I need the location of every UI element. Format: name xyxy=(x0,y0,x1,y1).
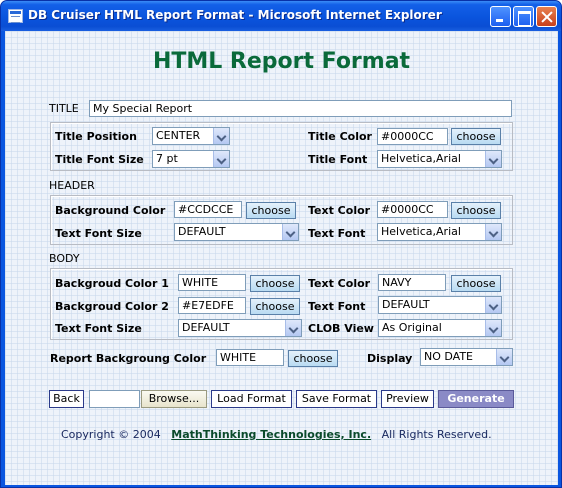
load-format-button[interactable]: Load Format xyxy=(211,390,292,408)
report-bg-input[interactable]: WHITE xyxy=(216,349,284,366)
header-text-color-choose-button[interactable]: choose xyxy=(451,202,501,219)
body-bg2-choose-button[interactable]: choose xyxy=(250,298,300,315)
chevron-down-icon xyxy=(485,151,501,167)
header-font-size-select[interactable]: DEFAULT xyxy=(174,223,299,241)
header-section-label: HEADER xyxy=(49,179,95,192)
body-text-color-choose-button[interactable]: choose xyxy=(451,275,501,292)
display-select[interactable]: NO DATE xyxy=(420,348,513,366)
maximize-icon[interactable] xyxy=(513,6,534,27)
browse-button[interactable]: Browse... xyxy=(141,390,207,408)
header-font-label: Text Font xyxy=(308,227,366,240)
copyright-suffix: All Rights Reserved. xyxy=(381,428,492,441)
save-format-button[interactable]: Save Format xyxy=(296,390,377,408)
header-text-color-label: Text Color xyxy=(308,204,371,217)
body-font-size-label: Text Font Size xyxy=(55,322,142,335)
chevron-down-icon xyxy=(485,320,501,336)
header-bg-choose-button[interactable]: choose xyxy=(246,202,296,219)
generate-button[interactable]: Generate xyxy=(438,390,514,408)
company-link[interactable]: MathThinking Technologies, Inc. xyxy=(171,428,371,441)
body-font-select[interactable]: DEFAULT xyxy=(378,296,502,314)
header-font-select[interactable]: Helvetica,Arial xyxy=(377,223,502,241)
report-bg-label: Report Backgroung Color xyxy=(50,352,207,365)
body-bg1-label: Backgroud Color 1 xyxy=(55,277,169,290)
body-bg1-choose-button[interactable]: choose xyxy=(250,275,300,292)
title-position-select[interactable]: CENTER xyxy=(152,127,230,145)
chevron-down-icon xyxy=(213,151,229,167)
body-bg1-input[interactable]: WHITE xyxy=(178,274,246,291)
title-font-size-select[interactable]: 7 pt xyxy=(152,150,230,168)
chevron-down-icon xyxy=(485,224,501,240)
title-bar[interactable]: DB Cruiser HTML Report Format - Microsof… xyxy=(1,1,561,31)
header-font-size-label: Text Font Size xyxy=(55,227,142,240)
chevron-down-icon xyxy=(485,297,501,313)
format-file-input[interactable] xyxy=(89,390,140,408)
chevron-down-icon xyxy=(282,224,298,240)
header-text-color-input[interactable]: #0000CC xyxy=(377,201,448,218)
body-bg2-label: Backgroud Color 2 xyxy=(55,300,169,313)
title-font-select[interactable]: Helvetica,Arial xyxy=(377,150,502,168)
report-bg-choose-button[interactable]: choose xyxy=(288,350,338,367)
body-text-color-input[interactable]: NAVY xyxy=(378,274,446,291)
header-bg-color-label: Background Color xyxy=(55,204,166,217)
header-bg-color-input[interactable]: #CCDCCE xyxy=(174,201,242,218)
page-content: HTML Report Format TITLE My Special Repo… xyxy=(5,31,558,485)
title-position-label: Title Position xyxy=(55,130,137,143)
title-color-label: Title Color xyxy=(308,130,372,143)
page-title: HTML Report Format xyxy=(152,49,411,74)
body-bg2-input[interactable]: #E7EDFE xyxy=(178,297,246,314)
title-font-size-label: Title Font Size xyxy=(55,153,144,166)
back-button[interactable]: Back xyxy=(49,390,84,408)
title-input[interactable]: My Special Report xyxy=(89,100,512,117)
title-section-label: TITLE xyxy=(49,102,79,115)
clob-view-label: CLOB View xyxy=(308,322,374,335)
chevron-down-icon xyxy=(496,349,512,365)
chevron-down-icon xyxy=(285,320,301,336)
window-title: DB Cruiser HTML Report Format - Microsof… xyxy=(28,8,442,22)
copyright-prefix: Copyright © 2004 xyxy=(61,428,161,441)
body-section-label: BODY xyxy=(49,252,80,265)
display-label: Display xyxy=(367,352,413,365)
title-font-label: Title Font xyxy=(308,153,368,166)
ie-page-icon xyxy=(8,9,23,23)
clob-view-select[interactable]: As Original xyxy=(378,319,502,337)
body-text-color-label: Text Color xyxy=(308,277,371,290)
close-icon[interactable] xyxy=(536,6,557,27)
copyright-footer: Copyright © 2004 MathThinking Technologi… xyxy=(61,428,492,441)
title-color-input[interactable]: #0000CC xyxy=(377,128,448,145)
body-font-size-select[interactable]: DEFAULT xyxy=(178,319,302,337)
body-font-label: Text Font xyxy=(308,300,366,313)
chevron-down-icon xyxy=(213,128,229,144)
minimize-icon[interactable] xyxy=(490,6,511,27)
browser-window: DB Cruiser HTML Report Format - Microsof… xyxy=(0,0,562,488)
preview-button[interactable]: Preview xyxy=(381,390,434,408)
title-color-choose-button[interactable]: choose xyxy=(451,128,501,145)
